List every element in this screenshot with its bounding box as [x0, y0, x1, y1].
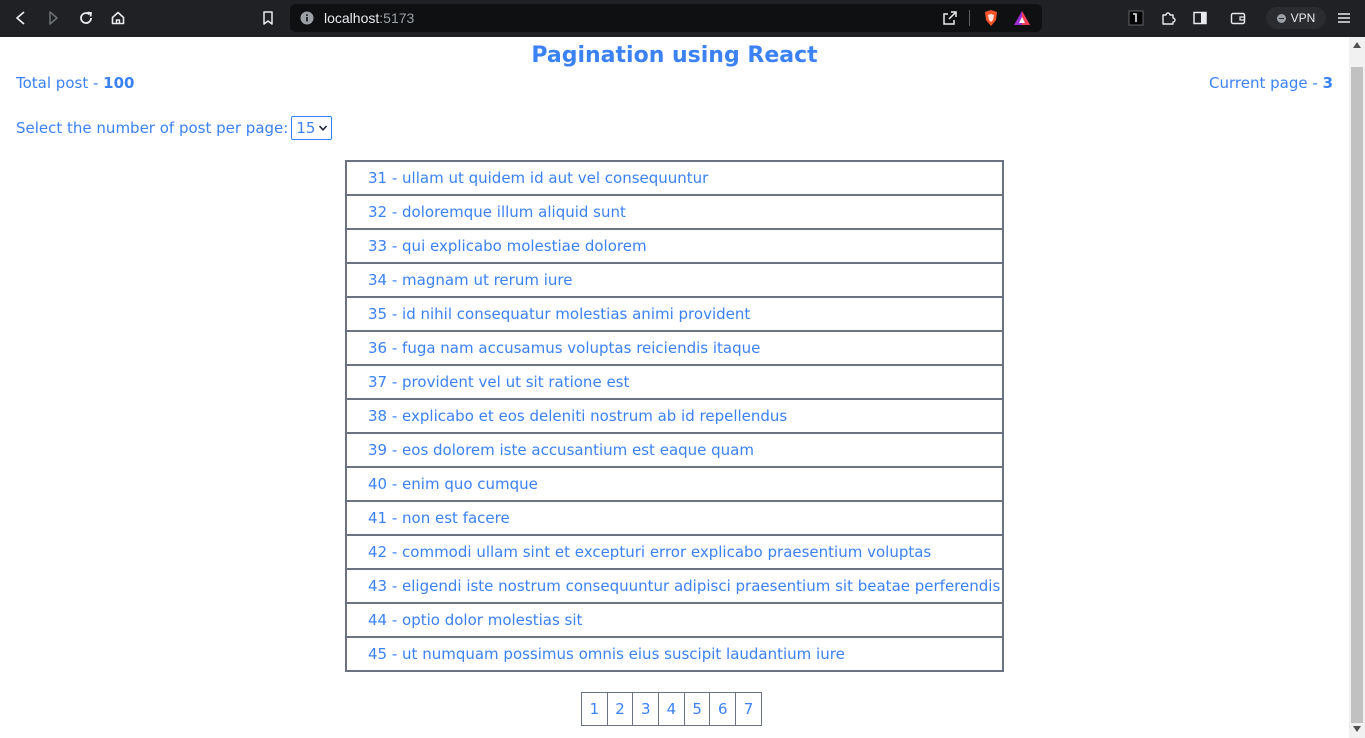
sidebar-button[interactable] — [1191, 9, 1209, 27]
url-bar-divider — [969, 10, 970, 26]
page-button-6[interactable]: 6 — [710, 693, 737, 725]
forward-arrow-icon — [49, 11, 58, 25]
home-button[interactable] — [108, 8, 128, 28]
url-port: :5173 — [379, 10, 415, 26]
per-page-selected-value: 15 — [296, 119, 316, 137]
post-item: 45 - ut numquam possimus omnis eius susc… — [347, 638, 1002, 672]
post-item: 32 - doloremque illum aliquid sunt — [347, 196, 1002, 230]
browser-toolbar: localhost:5173 VPN — [0, 0, 1365, 37]
chevron-down-icon — [319, 125, 328, 131]
back-button[interactable] — [11, 8, 31, 28]
page-button-5[interactable]: 5 — [685, 693, 711, 725]
menu-button[interactable] — [1335, 9, 1353, 27]
total-post-label: Total post - — [16, 74, 104, 92]
vpn-status-icon — [1276, 13, 1286, 23]
page-title: Pagination using React — [531, 43, 818, 68]
post-item: 42 - commodi ullam sint et excepturi err… — [347, 536, 1002, 570]
current-page: Current page - 3 — [1209, 74, 1333, 92]
forward-button[interactable] — [43, 8, 63, 28]
post-item: 39 - eos dolorem iste accusantium est ea… — [347, 434, 1002, 468]
hamburger-menu-icon — [1338, 13, 1350, 23]
bookmark-button[interactable] — [258, 8, 278, 28]
page-button-7[interactable]: 7 — [736, 693, 762, 725]
brave-rewards-icon[interactable] — [1013, 9, 1031, 27]
bookmark-icon — [263, 11, 273, 25]
page-button-1[interactable]: 1 — [582, 693, 608, 725]
total-post-value: 100 — [103, 74, 135, 92]
scroll-down-arrow-icon[interactable] — [1353, 726, 1361, 732]
total-post: Total post - 100 — [16, 74, 134, 92]
extensions-button[interactable] — [1159, 9, 1177, 27]
url-host: localhost — [324, 10, 380, 26]
scroll-up-arrow-icon[interactable] — [1353, 42, 1361, 48]
wallet-icon — [1230, 12, 1246, 25]
current-page-value: 3 — [1322, 74, 1333, 92]
extension-badge-icon — [1128, 10, 1144, 26]
post-item: 34 - magnam ut rerum iure — [347, 264, 1002, 298]
post-item: 31 - ullam ut quidem id aut vel consequu… — [347, 162, 1002, 196]
vpn-button[interactable]: VPN — [1266, 7, 1326, 29]
brave-shields-icon[interactable] — [982, 9, 1000, 27]
vertical-scrollbar[interactable] — [1349, 37, 1365, 738]
reload-icon — [80, 11, 93, 24]
per-page-select[interactable]: 15 — [291, 116, 333, 140]
per-page-label: Select the number of post per page: — [16, 119, 289, 137]
page-button-3[interactable]: 3 — [633, 693, 660, 725]
home-icon — [111, 11, 125, 25]
scrollbar-thumb[interactable] — [1351, 67, 1363, 723]
post-item: 35 - id nihil consequatur molestias anim… — [347, 298, 1002, 332]
post-item: 43 - eligendi iste nostrum consequuntur … — [347, 570, 1002, 604]
vpn-label: VPN — [1290, 11, 1316, 25]
pagination: 1 2 3 4 5 6 7 — [581, 692, 762, 726]
post-item: 44 - optio dolor molestias sit — [347, 604, 1002, 638]
per-page-row: Select the number of post per page: 15 — [16, 116, 333, 140]
post-item: 41 - non est facere — [347, 502, 1002, 536]
post-item: 40 - enim quo cumque — [347, 468, 1002, 502]
back-arrow-icon — [16, 11, 25, 25]
post-item: 38 - explicabo et eos deleniti nostrum a… — [347, 400, 1002, 434]
url-text: localhost:5173 — [324, 10, 414, 26]
reload-button[interactable] — [76, 8, 96, 28]
sidebar-icon — [1193, 11, 1207, 25]
wallet-button[interactable] — [1229, 9, 1247, 27]
page-button-2[interactable]: 2 — [608, 693, 634, 725]
post-item: 36 - fuga nam accusamus voluptas reicien… — [347, 332, 1002, 366]
site-info-icon[interactable] — [300, 11, 314, 25]
post-list: 31 - ullam ut quidem id aut vel consequu… — [345, 160, 1004, 672]
puzzle-icon — [1162, 12, 1176, 25]
share-icon[interactable] — [942, 10, 958, 26]
page-viewport: Pagination using React Total post - 100 … — [0, 37, 1349, 738]
post-item: 33 - qui explicabo molestiae dolorem — [347, 230, 1002, 264]
extension-button[interactable] — [1127, 9, 1145, 27]
post-item: 37 - provident vel ut sit ratione est — [347, 366, 1002, 400]
current-page-label: Current page - — [1209, 74, 1323, 92]
address-bar[interactable]: localhost:5173 — [290, 4, 1042, 32]
page-button-4[interactable]: 4 — [659, 693, 685, 725]
